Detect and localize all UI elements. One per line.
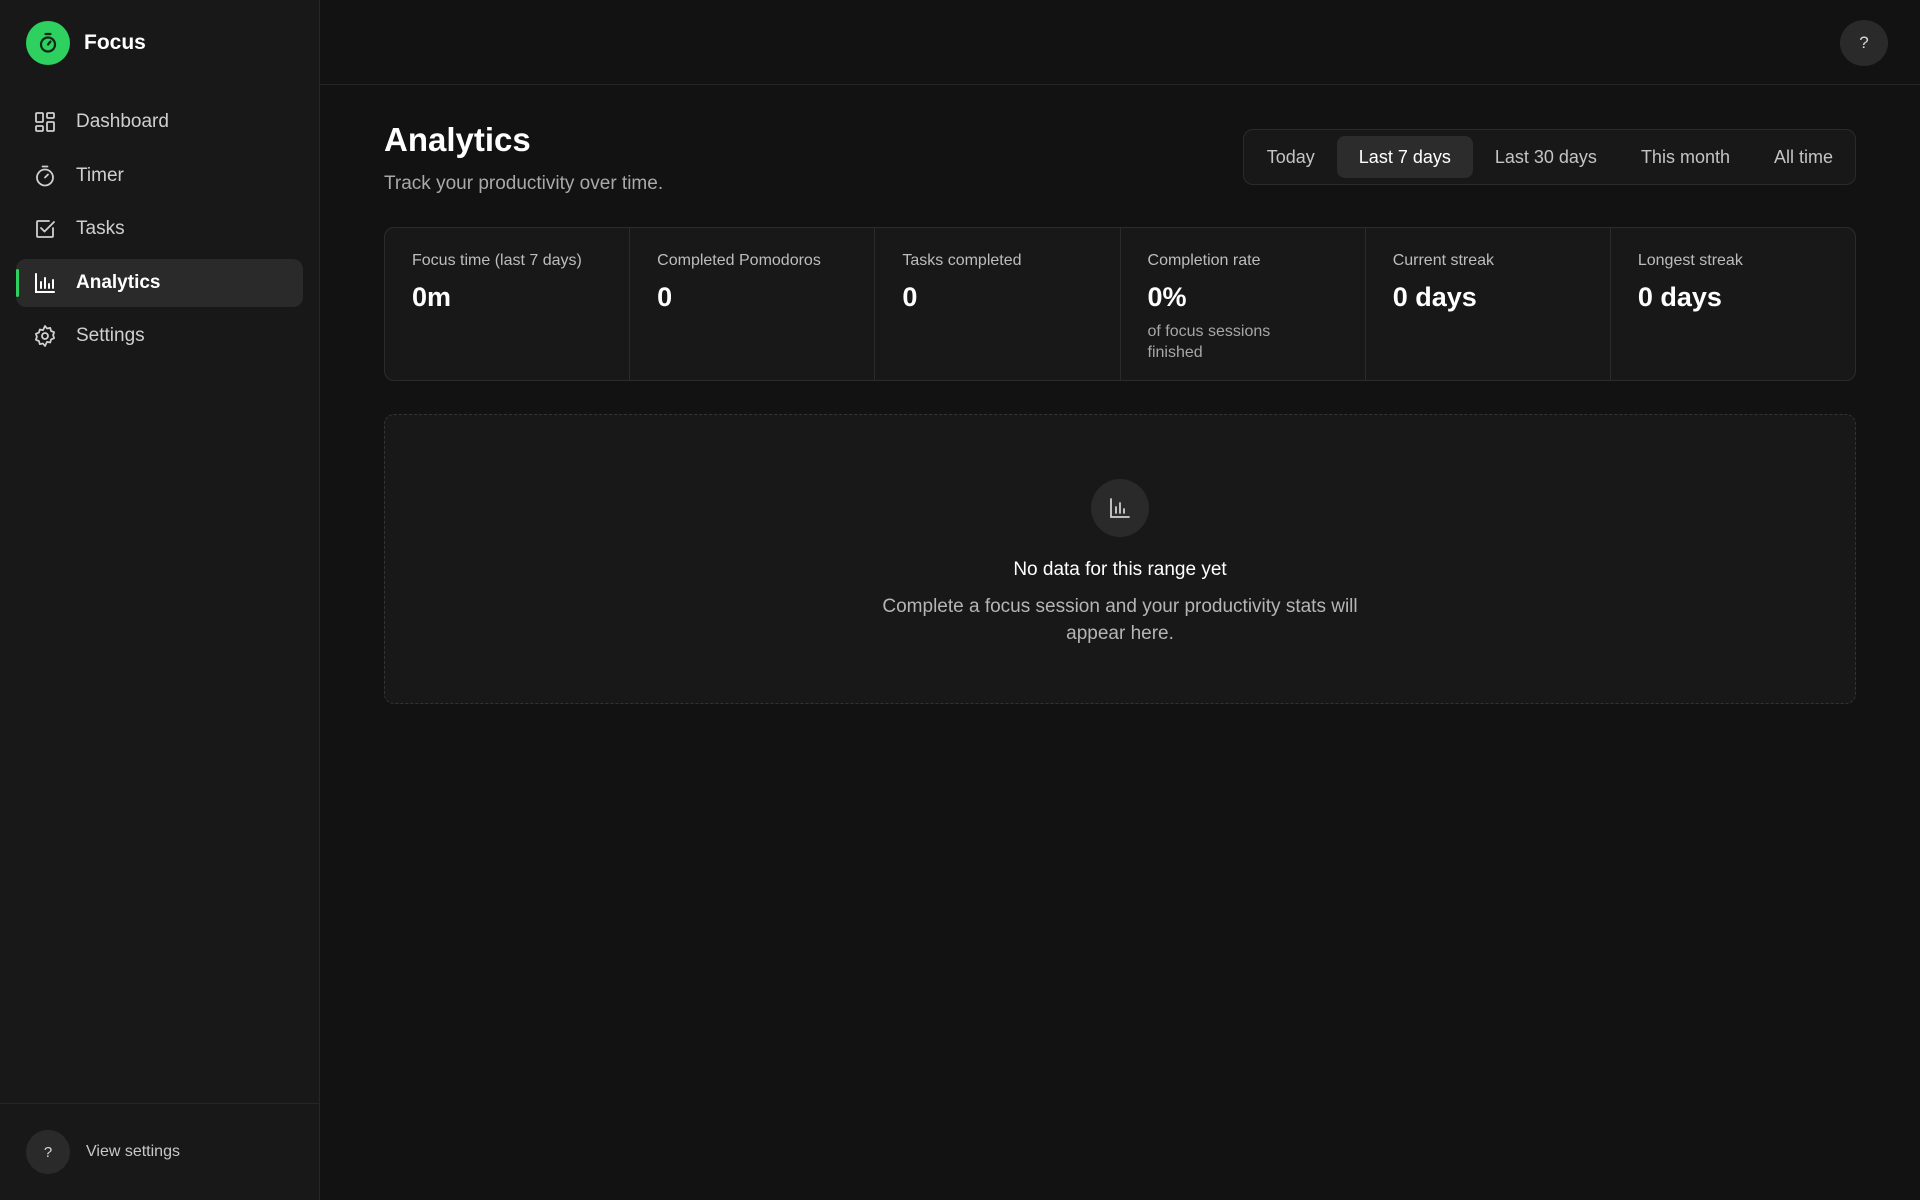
sidebar: Focus Dashboard Timer Tasks Analytics Se… — [0, 0, 320, 1200]
checkbox-icon — [32, 216, 58, 242]
stat-value: 0 — [657, 282, 673, 312]
bar-chart-icon — [1091, 479, 1149, 537]
sidebar-item-timer[interactable]: Timer — [16, 152, 303, 200]
sidebar-item-dashboard[interactable]: Dashboard — [16, 98, 303, 146]
sidebar-nav: Dashboard Timer Tasks Analytics Settings — [0, 86, 319, 366]
stats-row: Focus time (last 7 days) 0m Completed Po… — [384, 227, 1856, 381]
sidebar-item-settings[interactable]: Settings — [16, 312, 303, 360]
stopwatch-icon — [32, 163, 58, 189]
sidebar-footer: ? View settings — [0, 1103, 319, 1200]
stat-value: 0 days — [1637, 282, 1722, 312]
stat-focus-time: Focus time (last 7 days) 0m — [385, 228, 631, 380]
sidebar-item-tasks[interactable]: Tasks — [16, 205, 303, 253]
stat-value: 0 — [902, 282, 918, 312]
range-tab-all-time[interactable]: All time — [1752, 136, 1849, 178]
range-selector: Today Last 7 days Last 30 days This mont… — [1242, 129, 1856, 185]
sidebar-item-label: Settings — [76, 325, 145, 346]
range-tab-last-7-days[interactable]: Last 7 days — [1336, 136, 1473, 178]
brand-name: Focus — [84, 31, 146, 54]
empty-state-description: Complete a focus session and your produc… — [882, 596, 1358, 644]
sidebar-item-analytics[interactable]: Analytics — [16, 258, 303, 307]
range-tab-last-30-days[interactable]: Last 30 days — [1473, 136, 1619, 178]
stat-tasks-completed: Tasks completed 0 — [875, 228, 1121, 380]
empty-state: No data for this range yet Complete a fo… — [384, 414, 1856, 704]
stat-value: 0m — [412, 282, 452, 312]
brand[interactable]: Focus — [0, 0, 319, 86]
gear-icon — [32, 323, 58, 349]
stat-label: Completion rate — [1147, 252, 1261, 269]
sidebar-item-label: Dashboard — [76, 111, 169, 132]
stat-note: of focus sessions finished — [1147, 323, 1271, 361]
stat-current-streak: Current streak 0 days — [1366, 228, 1611, 380]
view-settings-link[interactable]: View settings — [86, 1143, 180, 1161]
stat-completion-rate: Completion rate 0% of focus sessions fin… — [1121, 228, 1366, 380]
stat-label: Current streak — [1392, 252, 1495, 269]
dashboard-icon — [32, 109, 58, 135]
sidebar-item-label: Tasks — [76, 218, 125, 239]
page-header: Analytics Track your productivity over t… — [384, 119, 1856, 195]
range-tab-today[interactable]: Today — [1250, 136, 1337, 178]
range-tab-this-month[interactable]: This month — [1619, 136, 1752, 178]
stopwatch-icon — [26, 21, 70, 65]
stat-label: Longest streak — [1637, 252, 1743, 269]
stat-value: 0% — [1147, 282, 1187, 312]
bar-chart-icon — [32, 270, 58, 296]
content: Analytics Track your productivity over t… — [320, 85, 1920, 704]
stat-label: Tasks completed — [902, 252, 1022, 269]
page-subtitle: Track your productivity over time. — [384, 173, 664, 194]
help-avatar[interactable]: ? — [26, 1130, 70, 1174]
topbar: ? — [320, 0, 1920, 85]
main: ? Analytics Track your productivity over… — [320, 0, 1920, 1200]
stat-label: Focus time (last 7 days) — [412, 252, 582, 269]
stat-value: 0 days — [1392, 282, 1477, 312]
sidebar-item-label: Analytics — [76, 271, 161, 293]
stat-completed-pomodoros: Completed Pomodoros 0 — [630, 228, 876, 380]
stat-longest-streak: Longest streak 0 days — [1611, 228, 1855, 380]
app: Focus Dashboard Timer Tasks Analytics Se… — [0, 0, 1920, 1200]
help-button[interactable]: ? — [1840, 20, 1888, 66]
sidebar-item-label: Timer — [76, 164, 124, 186]
empty-state-title: No data for this range yet — [1013, 559, 1227, 580]
page-title: Analytics — [384, 121, 531, 158]
stat-label: Completed Pomodoros — [657, 252, 821, 269]
